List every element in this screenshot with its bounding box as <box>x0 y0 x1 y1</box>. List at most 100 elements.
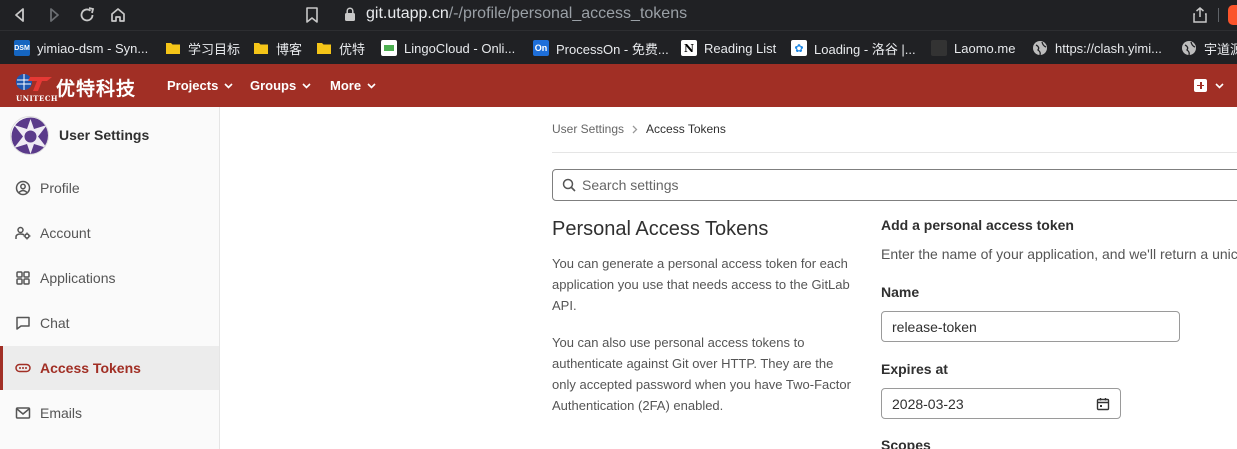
bookmark-folder[interactable]: 优特 <box>316 39 365 57</box>
sidebar-item-emails[interactable]: Emails <box>0 391 219 435</box>
bookmark-label: 学习目标 <box>188 41 241 57</box>
plus-square-icon <box>1194 79 1207 92</box>
section-description-2fa: You can also use personal access tokens … <box>552 335 851 413</box>
expires-at-input[interactable]: 2028-03-23 <box>881 388 1121 419</box>
back-icon[interactable] <box>10 5 30 25</box>
bookmark-label: https://clash.yimi... <box>1055 40 1162 56</box>
url-host: git.utapp.cn <box>366 5 449 22</box>
sidebar-item-applications[interactable]: Applications <box>0 256 219 300</box>
bookmark-label: ProcessOn - 免费... <box>556 41 669 57</box>
section-title: Personal Access Tokens <box>552 218 769 240</box>
brave-shield-icon[interactable] <box>1228 5 1237 25</box>
chevron-down-icon <box>224 82 233 89</box>
sidebar-item-account[interactable]: Account <box>0 211 219 255</box>
sidebar-item-label: Profile <box>40 180 80 196</box>
address-bar[interactable]: git.utapp.cn/-/profile/personal_access_t… <box>366 5 687 23</box>
folder-icon <box>165 40 181 56</box>
bookmark-folder[interactable]: 学习目标 <box>165 39 240 57</box>
applications-icon <box>16 271 30 285</box>
breadcrumb: User Settings Access Tokens <box>552 122 726 136</box>
nav-groups[interactable]: Groups <box>250 64 311 107</box>
expires-label: Expires at <box>881 361 948 377</box>
bookmark-item[interactable]: ✿ Loading - 洛谷 |... <box>791 39 916 57</box>
form-title: Add a personal access token <box>881 217 1074 233</box>
bookmark-label: 优特 <box>339 41 366 57</box>
bookmark-item[interactable]: LingoCloud - Onli... <box>381 39 515 57</box>
search-input[interactable] <box>582 177 1182 193</box>
bookmark-item[interactable]: https://clash.yimi... <box>1032 39 1162 57</box>
sidebar-item-profile[interactable]: Profile <box>0 166 219 210</box>
brand-name: 优特科技 <box>56 79 137 100</box>
nav-label: Groups <box>250 78 297 93</box>
reload-icon[interactable] <box>77 5 97 25</box>
folder-icon <box>253 40 269 56</box>
luogu-icon: ✿ <box>791 40 807 56</box>
bookmark-label: Reading List <box>704 40 777 56</box>
divider <box>552 152 1237 153</box>
bookmark-folder[interactable]: 博客 <box>253 39 302 57</box>
laomo-icon <box>931 40 947 56</box>
bookmarks-bar: DSM yimiao-dsm - Syn... 学习目标 博客 优特 Lingo… <box>0 30 1237 64</box>
browser-toolbar: git.utapp.cn/-/profile/personal_access_t… <box>0 0 1237 30</box>
expires-value: 2028-03-23 <box>892 395 964 412</box>
processon-icon: On <box>533 40 549 56</box>
chevron-down-icon <box>1215 82 1224 89</box>
url-path: /-/profile/personal_access_tokens <box>448 5 688 22</box>
bookmark-item[interactable]: N Reading List <box>681 39 776 57</box>
share-icon[interactable] <box>1191 6 1209 24</box>
breadcrumb-current[interactable]: Access Tokens <box>646 122 726 136</box>
new-item-dropdown[interactable] <box>1194 79 1224 92</box>
dsm-icon: DSM <box>14 40 30 56</box>
forward-icon[interactable] <box>44 5 64 25</box>
token-name-input[interactable]: release-token <box>881 311 1180 342</box>
bookmark-label: 宇道源 <box>1204 41 1237 57</box>
form-description: Enter the name of your application, and … <box>881 246 1237 262</box>
sidebar-header[interactable]: User Settings <box>10 115 150 155</box>
sidebar-item-label: Emails <box>40 405 83 421</box>
globe-icon <box>1181 40 1197 56</box>
notion-icon: N <box>681 40 697 56</box>
email-icon <box>15 407 31 419</box>
scopes-label: Scopes <box>881 437 931 449</box>
sidebar-item-label: Chat <box>40 315 70 331</box>
chevron-right-icon <box>632 125 638 133</box>
chat-icon <box>16 316 30 330</box>
sidebar-item-access-tokens[interactable]: Access Tokens <box>0 346 219 390</box>
settings-sidebar: User Settings Profile Account Applicatio… <box>0 107 220 449</box>
folder-icon <box>316 40 332 56</box>
brand-logo[interactable]: UNITECH 优特科技 <box>14 68 142 104</box>
section-description: You can generate a personal access token… <box>552 256 850 313</box>
sidebar-title: User Settings <box>59 127 150 143</box>
bookmark-item[interactable]: DSM yimiao-dsm - Syn... <box>14 39 148 57</box>
calendar-icon[interactable] <box>1096 397 1110 411</box>
lock-icon[interactable] <box>344 7 356 22</box>
name-label: Name <box>881 284 920 300</box>
bookmark-item[interactable]: Laomo.me <box>931 39 1015 57</box>
search-settings-box[interactable] <box>552 169 1237 201</box>
account-icon <box>15 226 31 240</box>
bookmark-label: Loading - 洛谷 |... <box>814 41 916 57</box>
chevron-down-icon <box>302 82 311 89</box>
chevron-down-icon <box>367 82 376 89</box>
nav-projects[interactable]: Projects <box>167 64 233 107</box>
bookmark-item[interactable]: On ProcessOn - 免费... <box>533 39 669 57</box>
sidebar-item-label: Applications <box>40 270 116 286</box>
gitlab-header: UNITECH 优特科技 Projects Groups More <box>0 64 1237 107</box>
globe-icon <box>1032 40 1048 56</box>
home-icon[interactable] <box>108 5 128 25</box>
nav-more[interactable]: More <box>330 64 376 107</box>
nav-label: Projects <box>167 78 219 93</box>
bookmark-icon[interactable] <box>304 6 320 24</box>
unitech-logo-icon <box>16 74 52 91</box>
sidebar-item-label: Access Tokens <box>40 360 141 376</box>
bookmark-label: LingoCloud - Onli... <box>404 40 516 56</box>
search-icon <box>562 178 576 192</box>
avatar <box>10 115 49 155</box>
token-name-value: release-token <box>892 318 977 335</box>
sidebar-item-chat[interactable]: Chat <box>0 301 219 345</box>
bookmark-label: Laomo.me <box>954 40 1016 56</box>
breadcrumb-parent[interactable]: User Settings <box>552 122 624 136</box>
nav-label: More <box>330 78 362 93</box>
bookmark-item[interactable]: 宇道源 <box>1181 39 1237 57</box>
brand-subtitle: UNITECH <box>16 94 59 103</box>
